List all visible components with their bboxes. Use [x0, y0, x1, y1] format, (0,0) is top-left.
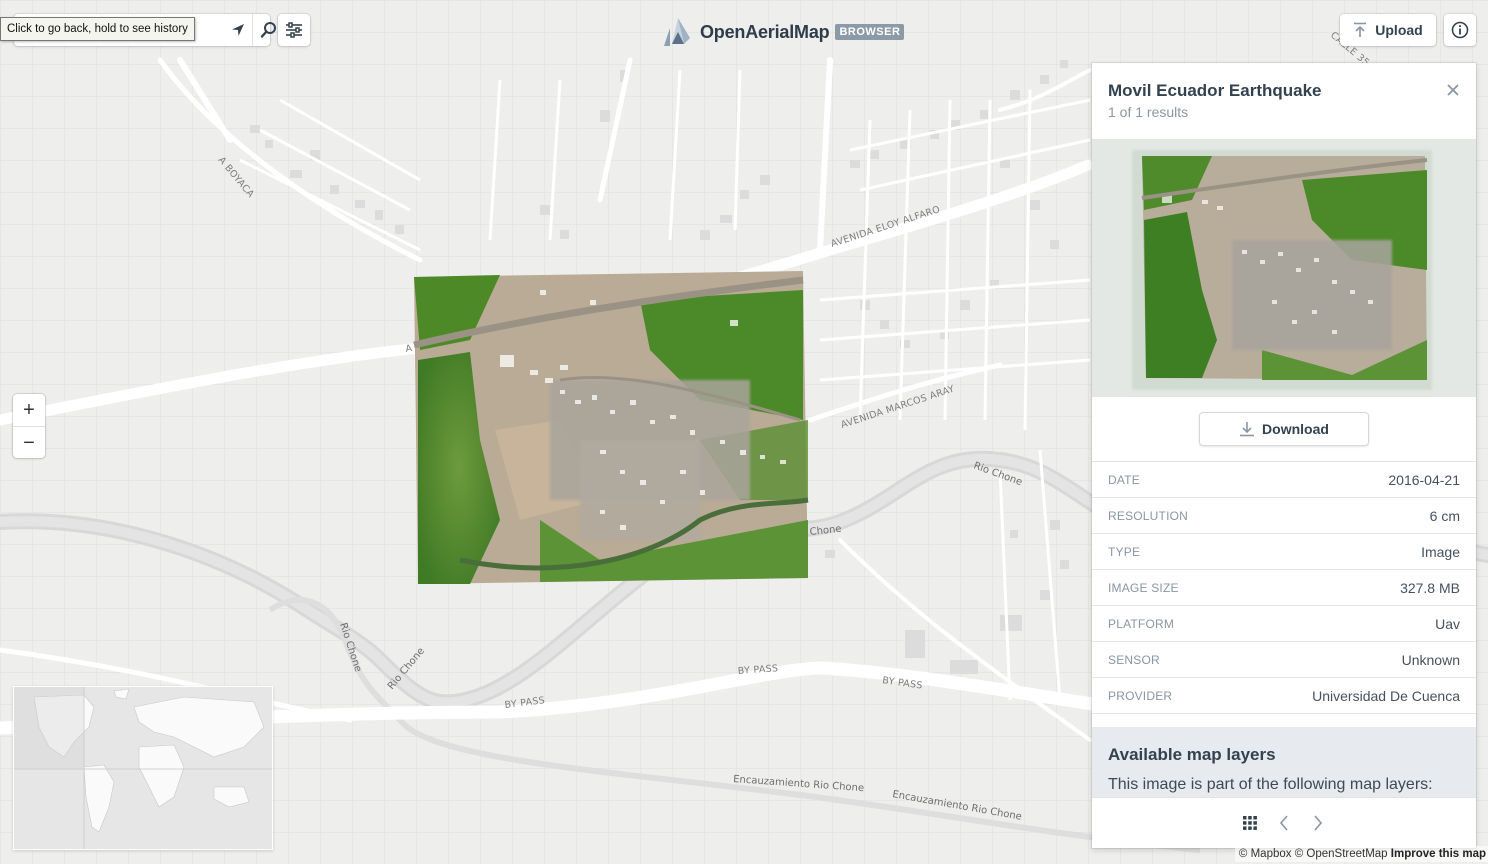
- aerial-imagery-overlay: [413, 271, 809, 584]
- metadata-row-platform: PLATFORM Uav: [1092, 606, 1476, 642]
- mapbox-attribution-link[interactable]: © Mapbox: [1239, 848, 1292, 860]
- brand-name: OpenAerialMap: [700, 21, 830, 42]
- metadata-key: PROVIDER: [1108, 688, 1173, 703]
- metadata-row-type: TYPE Image: [1092, 534, 1476, 570]
- layers-text: This image is part of the following map …: [1108, 776, 1433, 793]
- brand[interactable]: OpenAerialMap BROWSER: [660, 16, 905, 48]
- panel-header: Movil Ecuador Earthquake 1 of 1 results: [1092, 63, 1476, 140]
- filter-button[interactable]: [278, 14, 310, 46]
- image-thumbnail: [1092, 140, 1476, 397]
- download-button[interactable]: Download: [1199, 412, 1369, 446]
- zoom-in-button[interactable]: +: [13, 394, 45, 426]
- metadata-key: PLATFORM: [1108, 616, 1175, 631]
- results-count: 1 of 1 results: [1108, 104, 1189, 120]
- zoom-control: + −: [13, 394, 45, 458]
- osm-attribution-link[interactable]: © OpenStreetMap: [1295, 848, 1388, 860]
- chevron-left-icon[interactable]: [1267, 808, 1301, 838]
- minimap[interactable]: [13, 686, 273, 850]
- zoom-out-button[interactable]: −: [13, 426, 45, 459]
- download-label: Download: [1262, 421, 1329, 437]
- grid-view-icon[interactable]: [1233, 808, 1267, 838]
- metadata-row-date: DATE 2016-04-21: [1092, 462, 1476, 498]
- metadata-list: DATE 2016-04-21 RESOLUTION 6 cm TYPE Image …: [1092, 462, 1476, 714]
- metadata-value: Image: [1421, 543, 1460, 560]
- upload-label: Upload: [1375, 22, 1423, 38]
- info-button[interactable]: [1444, 14, 1476, 46]
- metadata-value: Uav: [1435, 615, 1460, 632]
- sliders-icon: [286, 22, 302, 38]
- chevron-right-icon[interactable]: [1301, 808, 1335, 838]
- metadata-row-provider: PROVIDER Universidad De Cuenca: [1092, 678, 1476, 714]
- metadata-key: TYPE: [1108, 544, 1141, 559]
- metadata-value: 6 cm: [1429, 507, 1460, 524]
- map-layers-section: Available map layers This image is part …: [1092, 727, 1476, 797]
- map-attribution: © Mapbox © OpenStreetMap Improve this ma…: [1234, 846, 1488, 862]
- panel-title: Movil Ecuador Earthquake: [1108, 81, 1322, 100]
- locate-icon[interactable]: [224, 14, 252, 46]
- brand-badge: BROWSER: [835, 24, 905, 40]
- close-icon[interactable]: [1446, 83, 1460, 97]
- panel-footer: [1092, 797, 1476, 848]
- metadata-row-image-size: IMAGE SIZE 327.8 MB: [1092, 570, 1476, 606]
- result-panel: Movil Ecuador Earthquake 1 of 1 results: [1092, 63, 1476, 848]
- metadata-row-sensor: SENSOR Unknown: [1092, 642, 1476, 678]
- metadata-key: DATE: [1108, 472, 1140, 487]
- download-icon: [1240, 422, 1255, 437]
- improve-map-link[interactable]: Improve this map: [1391, 848, 1486, 860]
- logo-icon: [664, 18, 690, 46]
- metadata-key: SENSOR: [1108, 652, 1160, 667]
- metadata-key: IMAGE SIZE: [1108, 580, 1179, 595]
- metadata-value: 327.8 MB: [1400, 579, 1460, 596]
- metadata-value: Unknown: [1401, 651, 1460, 668]
- metadata-value: Universidad De Cuenca: [1312, 687, 1460, 704]
- metadata-value: 2016-04-21: [1388, 471, 1460, 488]
- info-icon: [1451, 21, 1469, 39]
- upload-button[interactable]: Upload: [1340, 14, 1436, 46]
- history-tooltip: Click to go back, hold to see history: [0, 17, 195, 41]
- upload-icon: [1354, 22, 1367, 37]
- layers-heading: Available map layers: [1108, 745, 1276, 764]
- metadata-row-resolution: RESOLUTION 6 cm: [1092, 498, 1476, 534]
- metadata-key: RESOLUTION: [1108, 508, 1189, 523]
- panel-actions: Download: [1092, 397, 1476, 462]
